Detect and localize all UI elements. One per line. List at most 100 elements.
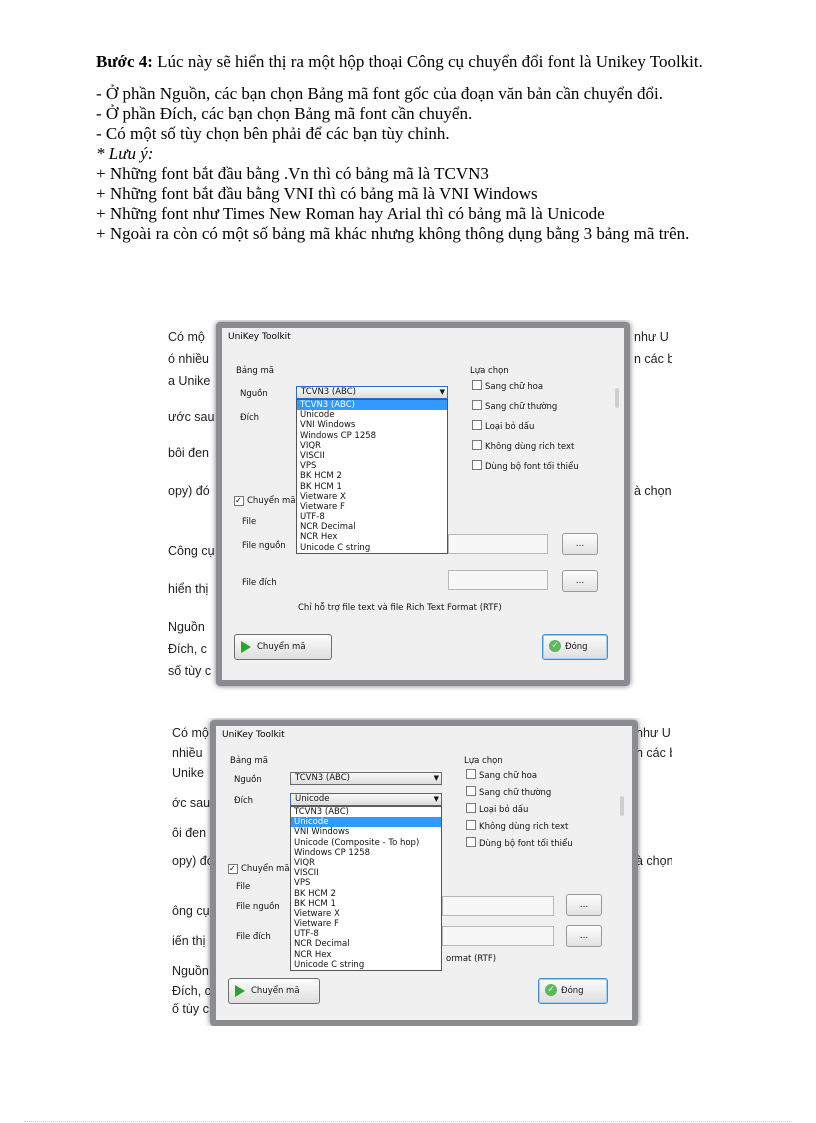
dropdown-option[interactable]: VNI Windows xyxy=(297,420,447,430)
file-source-label: File nguồn xyxy=(242,541,286,551)
scrollbar[interactable] xyxy=(615,388,619,408)
dropdown-option[interactable]: Windows CP 1258 xyxy=(291,848,441,858)
bg-text: Nguồn xyxy=(172,964,209,978)
chevron-down-icon: ▼ xyxy=(433,795,439,803)
bg-text: ố tùy c xyxy=(172,1002,209,1016)
checkbox-icon xyxy=(466,769,476,779)
dropdown-option[interactable]: NCR Hex xyxy=(291,950,441,960)
convert-button-label: Chuyển mã xyxy=(257,642,306,652)
dropdown-option[interactable]: Vietware X xyxy=(291,909,441,919)
check-circle-icon: ✓ xyxy=(545,984,557,996)
option-label: Dùng bộ font tối thiểu xyxy=(479,839,573,849)
option-uppercase[interactable]: Sang chữ hoa xyxy=(472,380,543,392)
file-source-input[interactable] xyxy=(448,534,548,554)
dropdown-option[interactable]: Unicode C string xyxy=(297,543,447,553)
close-button-label: Đóng xyxy=(565,642,588,652)
dropdown-option[interactable]: Windows CP 1258 xyxy=(297,431,447,441)
instruction-line: - Có một số tùy chọn bên phải để các bạn… xyxy=(96,124,450,143)
dropdown-option[interactable]: TCVN3 (ABC) xyxy=(297,400,447,411)
bg-text: như U xyxy=(636,726,671,740)
browse-target-button[interactable]: ... xyxy=(562,570,598,592)
checkbox-icon xyxy=(472,380,482,390)
dropdown-option[interactable]: VIQR xyxy=(291,858,441,868)
browse-source-button[interactable]: ... xyxy=(566,894,602,916)
option-label: Không dùng rich text xyxy=(479,822,569,832)
dropdown-option[interactable]: Vietware X xyxy=(297,492,447,502)
dropdown-option[interactable]: UTF-8 xyxy=(297,512,447,522)
dialog-title: UniKey Toolkit xyxy=(228,332,291,342)
option-no-rich-text[interactable]: Không dùng rich text xyxy=(472,440,574,452)
browse-source-button[interactable]: ... xyxy=(562,533,598,555)
convert-button[interactable]: Chuyển mã xyxy=(234,634,332,660)
charset-dropdown-list[interactable]: TCVN3 (ABC) Unicode VNI Windows Unicode (Co… xyxy=(290,806,442,971)
checkbox-checked-icon xyxy=(234,496,244,506)
option-minimal-font[interactable]: Dùng bộ font tối thiểu xyxy=(466,837,573,849)
dropdown-option[interactable]: UTF-8 xyxy=(291,929,441,939)
convert-file-checkbox[interactable]: Chuyển mã xyxy=(234,496,296,506)
file-label: File xyxy=(236,882,251,892)
dropdown-option[interactable]: VISCII xyxy=(291,868,441,878)
browse-target-button[interactable]: ... xyxy=(566,925,602,947)
dropdown-option[interactable]: Unicode C string xyxy=(291,960,441,970)
source-charset-select[interactable]: TCVN3 (ABC) ▼ xyxy=(290,772,442,785)
option-lowercase[interactable]: Sang chữ thường xyxy=(472,400,557,412)
file-source-input[interactable] xyxy=(442,896,554,916)
file-target-input[interactable] xyxy=(442,926,554,946)
bg-text: Có mộ xyxy=(172,726,209,740)
scrollbar[interactable] xyxy=(620,796,624,816)
dropdown-option[interactable]: Unicode xyxy=(297,410,447,420)
source-charset-select[interactable]: TCVN3 (ABC) ▼ xyxy=(296,386,448,399)
checkbox-icon xyxy=(466,837,476,847)
dropdown-option[interactable]: NCR Hex xyxy=(297,532,447,542)
dropdown-option[interactable]: BK HCM 2 xyxy=(297,471,447,481)
dropdown-option[interactable]: NCR Decimal xyxy=(297,522,447,532)
option-remove-accents[interactable]: Loại bỏ dấu xyxy=(472,420,534,432)
play-icon xyxy=(235,985,245,997)
option-lowercase[interactable]: Sang chữ thường xyxy=(466,786,551,798)
option-label: Sang chữ thường xyxy=(485,402,558,412)
dropdown-option[interactable]: VNI Windows xyxy=(291,827,441,837)
dropdown-option[interactable]: NCR Decimal xyxy=(291,939,441,949)
option-remove-accents[interactable]: Loại bỏ dấu xyxy=(466,803,528,815)
close-button[interactable]: ✓ Đóng xyxy=(542,634,608,660)
dropdown-option[interactable]: BK HCM 2 xyxy=(291,889,441,899)
target-charset-select[interactable]: Unicode ▼ xyxy=(290,793,442,806)
convert-file-checkbox[interactable]: Chuyển mã xyxy=(228,864,290,874)
option-no-rich-text[interactable]: Không dùng rich text xyxy=(466,820,568,832)
source-charset-value: TCVN3 (ABC) xyxy=(295,773,350,783)
screenshot-1: Có mộ ó nhiều a Unike ước sau bôi đen op… xyxy=(168,320,672,694)
note-line: + Những font bắt đầu bằng VNI thì có bản… xyxy=(96,184,538,203)
instruction-line: - Ở phần Đích, các bạn chọn Bảng mã font… xyxy=(96,104,473,123)
close-button[interactable]: ✓ Đóng xyxy=(538,978,608,1004)
dropdown-option[interactable]: BK HCM 1 xyxy=(297,482,447,492)
instruction-line: - Ở phần Nguồn, các bạn chọn Bảng mã fon… xyxy=(96,84,663,103)
dropdown-option[interactable]: Unicode (Composite - To hop) xyxy=(291,838,441,848)
group-label-charset: Bảng mã xyxy=(230,756,269,766)
bg-text: Công cụ xyxy=(168,544,215,558)
bg-text: hiển thị xyxy=(168,582,209,596)
dropdown-option[interactable]: Unicode xyxy=(291,817,441,828)
dropdown-option[interactable]: BK HCM 1 xyxy=(291,899,441,909)
group-label-charset: Bảng mã xyxy=(236,366,275,376)
dropdown-option[interactable]: VISCII xyxy=(297,451,447,461)
charset-dropdown-list[interactable]: TCVN3 (ABC) Unicode VNI Windows Windows CP … xyxy=(296,399,448,554)
checkbox-icon xyxy=(466,803,476,813)
dropdown-option[interactable]: Vietware F xyxy=(291,919,441,929)
file-target-input[interactable] xyxy=(448,570,548,590)
bg-text: bôi đen xyxy=(168,446,210,460)
dropdown-option[interactable]: VPS xyxy=(291,878,441,888)
checkbox-icon xyxy=(466,786,476,796)
dropdown-option[interactable]: Vietware F xyxy=(297,502,447,512)
target-charset-value: Unicode xyxy=(295,794,330,804)
convert-button[interactable]: Chuyển mã xyxy=(228,978,320,1004)
dropdown-option[interactable]: VIQR xyxy=(297,441,447,451)
file-source-label: File nguồn xyxy=(236,902,280,912)
dropdown-option[interactable]: TCVN3 (ABC) xyxy=(291,807,441,817)
dropdown-option[interactable]: VPS xyxy=(297,461,447,471)
chevron-down-icon: ▼ xyxy=(433,774,439,782)
option-minimal-font[interactable]: Dùng bộ font tối thiểu xyxy=(472,460,579,472)
option-uppercase[interactable]: Sang chữ hoa xyxy=(466,769,537,781)
option-label: Sang chữ thường xyxy=(479,788,552,798)
bg-text: opy) đó xyxy=(172,854,214,868)
bg-text: à chọn xyxy=(634,484,672,498)
